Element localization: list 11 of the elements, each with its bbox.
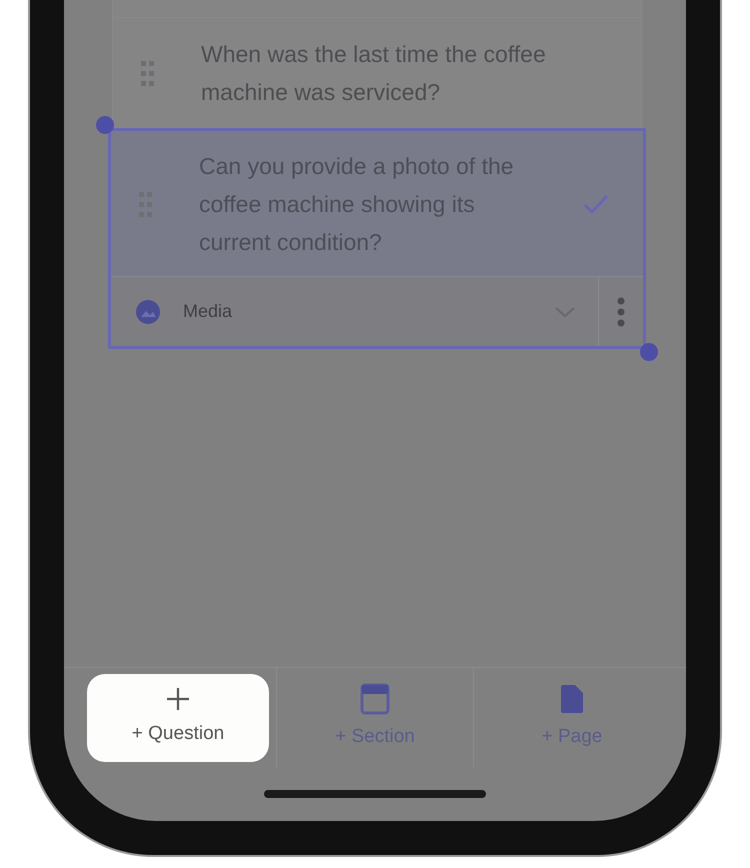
more-icon[interactable] (617, 296, 625, 326)
add-button[interactable]: + Question (87, 674, 269, 762)
drag-handle-icon[interactable] (139, 190, 153, 218)
answer-type-label: Media (183, 300, 234, 323)
media-icon (135, 298, 161, 324)
page-icon (559, 683, 585, 716)
resize-handle[interactable] (96, 116, 114, 134)
resize-handle[interactable] (640, 343, 658, 361)
check-icon (583, 194, 609, 214)
plus-icon (165, 686, 191, 712)
section-icon (360, 683, 390, 716)
